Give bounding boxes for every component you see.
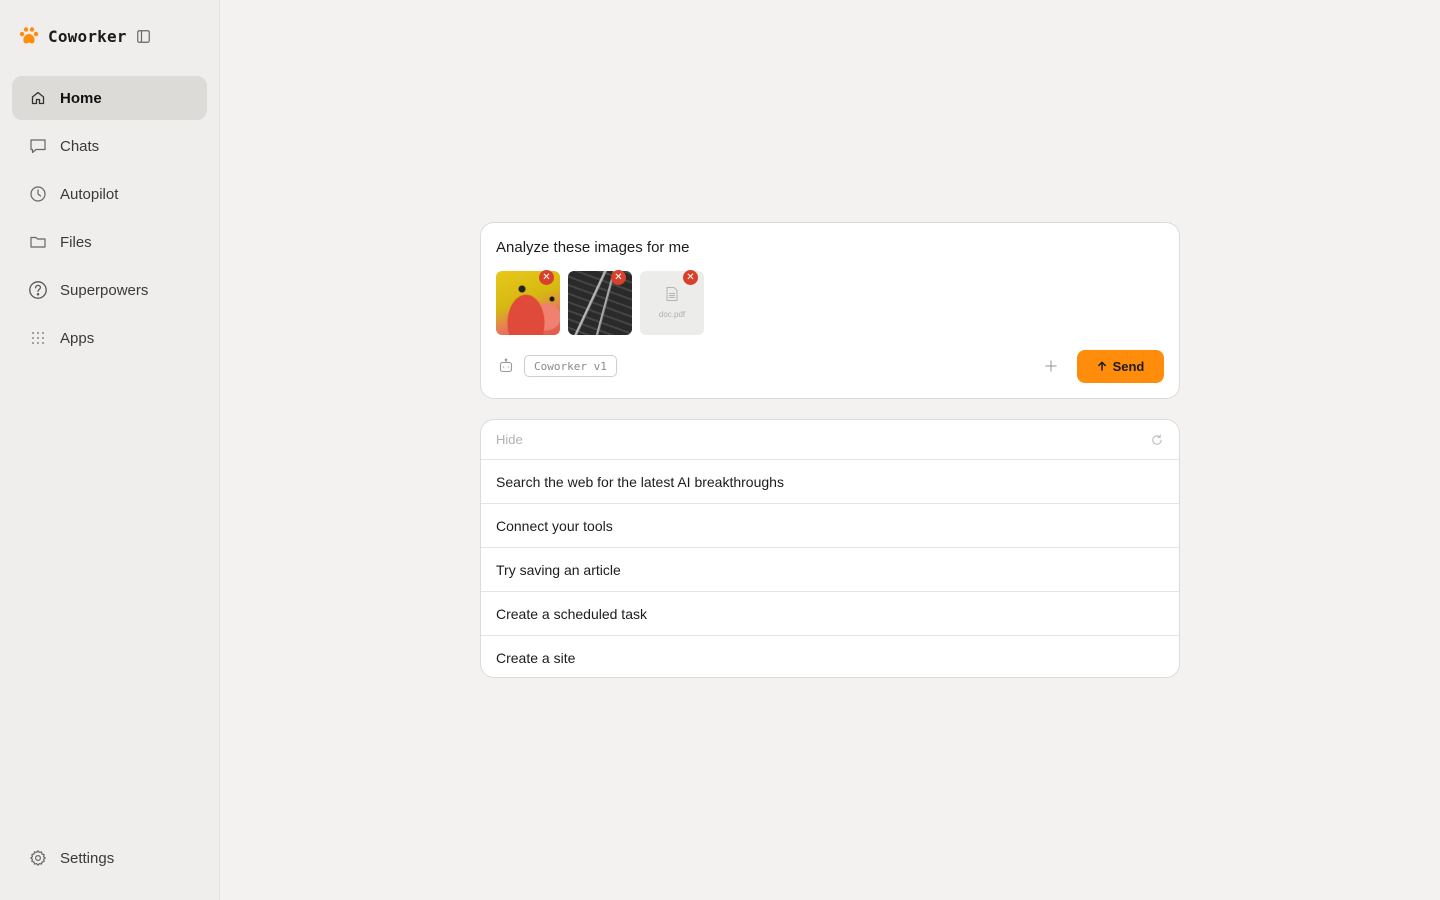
hide-suggestions-button[interactable]: Hide <box>496 432 523 447</box>
prompt-input[interactable]: Analyze these images for me <box>496 239 689 256</box>
sidebar: Coworker Home Chats Autopilot Files Supe… <box>0 0 220 900</box>
attachment-image-yellow[interactable]: ✕ <box>496 270 560 335</box>
sidebar-toggle-icon[interactable] <box>137 29 151 43</box>
model-selector[interactable]: Coworker v1 <box>524 355 617 377</box>
settings-area: Settings <box>12 836 207 884</box>
clock-icon <box>28 184 48 204</box>
suggestion-item[interactable]: Connect your tools <box>481 504 1179 548</box>
composer-footer: Coworker v1 Send <box>496 349 1164 383</box>
gear-icon <box>28 848 48 868</box>
suggestion-item[interactable]: Create a scheduled task <box>481 592 1179 636</box>
help-circle-icon <box>28 280 48 300</box>
folder-icon <box>28 232 48 252</box>
attachment-file-pdf[interactable]: doc.pdf ✕ <box>640 270 704 335</box>
suggestions-panel: Hide Search the web for the latest AI br… <box>480 419 1180 678</box>
suggestion-item[interactable]: Search the web for the latest AI breakth… <box>481 460 1179 504</box>
suggestion-item[interactable]: Create a site <box>481 636 1179 677</box>
sidebar-item-settings[interactable]: Settings <box>12 836 207 880</box>
sidebar-nav: Home Chats Autopilot Files Superpowers A… <box>12 76 207 360</box>
brand: Coworker <box>12 0 207 72</box>
send-button[interactable]: Send <box>1077 349 1164 383</box>
sidebar-item-superpowers[interactable]: Superpowers <box>12 268 207 312</box>
sidebar-item-home[interactable]: Home <box>12 76 207 120</box>
home-icon <box>28 88 48 108</box>
main-area: Analyze these images for me ✕ ✕ doc.pdf … <box>220 0 1440 900</box>
suggestion-item[interactable]: Try saving an article <box>481 548 1179 592</box>
file-name: doc.pdf <box>658 310 686 319</box>
attachment-image-dark[interactable]: ✕ <box>568 270 632 335</box>
app: Coworker Home Chats Autopilot Files Supe… <box>0 0 1440 900</box>
sidebar-item-autopilot[interactable]: Autopilot <box>12 172 207 216</box>
attachments: ✕ ✕ doc.pdf ✕ <box>496 270 704 335</box>
settings-label: Settings <box>60 849 115 867</box>
chat-icon <box>28 136 48 156</box>
add-attachment-button[interactable] <box>1039 354 1063 378</box>
arrow-up-icon <box>1097 361 1107 371</box>
sidebar-item-chats[interactable]: Chats <box>12 124 207 168</box>
document-icon <box>666 287 678 306</box>
remove-attachment-button[interactable]: ✕ <box>611 270 626 285</box>
sidebar-item-label: Apps <box>60 329 95 347</box>
sidebar-item-label: Files <box>60 233 92 251</box>
sidebar-item-label: Home <box>60 89 102 107</box>
bot-icon[interactable] <box>496 356 516 376</box>
sidebar-item-files[interactable]: Files <box>12 220 207 264</box>
paw-logo-icon <box>18 25 40 47</box>
refresh-icon[interactable] <box>1150 433 1164 447</box>
composer: Analyze these images for me ✕ ✕ doc.pdf … <box>480 222 1180 399</box>
sidebar-item-label: Autopilot <box>60 185 119 203</box>
brand-name: Coworker <box>48 26 127 46</box>
remove-attachment-button[interactable]: ✕ <box>683 270 698 285</box>
suggestions-header: Hide <box>481 420 1179 460</box>
send-label: Send <box>1112 358 1145 374</box>
remove-attachment-button[interactable]: ✕ <box>539 270 554 285</box>
sidebar-item-apps[interactable]: Apps <box>12 316 207 360</box>
grid-icon <box>28 328 48 348</box>
sidebar-item-label: Superpowers <box>60 281 149 299</box>
sidebar-item-label: Chats <box>60 137 100 155</box>
